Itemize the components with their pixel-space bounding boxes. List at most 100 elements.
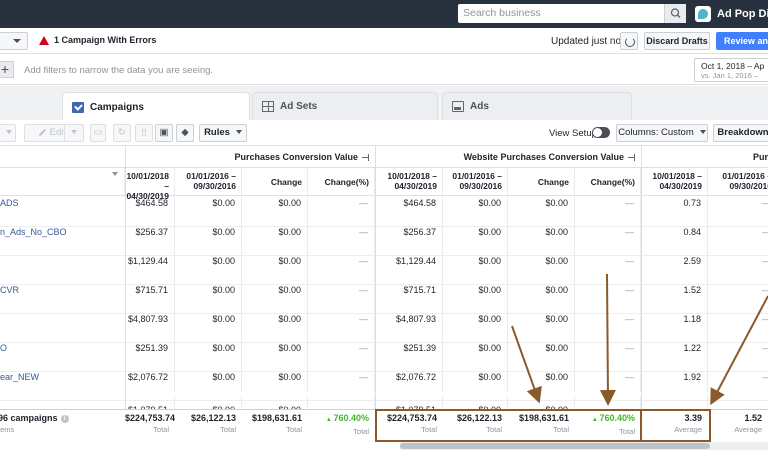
table-cell: — bbox=[708, 305, 768, 334]
group-header-purchases-conversion-value: Purchases Conversion Value bbox=[125, 146, 375, 168]
total-sublabel: Average bbox=[674, 425, 702, 434]
table-cell: $464.58 bbox=[375, 189, 443, 218]
table-cell: $0.00 bbox=[175, 363, 242, 392]
table-cell: $0.00 bbox=[443, 334, 508, 363]
column-header-label: Change bbox=[270, 177, 302, 187]
total-value: 3.39 bbox=[684, 413, 702, 423]
total-value: $26,122.13 bbox=[190, 413, 236, 423]
group-header-next: Pur bbox=[641, 146, 768, 168]
total-wpcv-b: $26,122.13 Total bbox=[443, 412, 508, 440]
table-cell: $4,807.93 bbox=[375, 305, 443, 334]
filter-placeholder[interactable]: Add filters to narrow the data you are s… bbox=[24, 65, 213, 76]
clipboard-icon[interactable]: ▭ bbox=[90, 124, 106, 142]
table-cell: — bbox=[708, 189, 768, 218]
table-cell: $0.00 bbox=[175, 218, 242, 247]
chevron-down-icon bbox=[699, 130, 706, 135]
column-header-label: 01/01/2016 – bbox=[452, 171, 502, 181]
campaign-name-link[interactable]: CVR bbox=[0, 276, 120, 305]
search-business-input[interactable]: Search business bbox=[458, 4, 686, 23]
info-icon[interactable]: i bbox=[60, 414, 69, 423]
account-switcher[interactable]: Ad Pop Digital bbox=[695, 4, 768, 23]
rules-button[interactable]: Rules bbox=[199, 124, 247, 142]
table-cell: $0.00 bbox=[175, 189, 242, 218]
table-cell: $0.00 bbox=[508, 305, 575, 334]
ads-icon bbox=[452, 101, 464, 112]
table-cell: 0.84 bbox=[641, 218, 708, 247]
add-filter-button[interactable]: + bbox=[0, 61, 14, 78]
table-cell: $0.00 bbox=[508, 218, 575, 247]
pin-column-icon[interactable] bbox=[628, 154, 635, 162]
pencil-icon bbox=[38, 128, 46, 136]
date-range-picker[interactable]: Oct 1, 2018 – Ap vs. Jan 1, 2016 – bbox=[694, 58, 768, 82]
column-header-label: 01/01/2016 – bbox=[186, 171, 236, 181]
breakdown-label: Breakdown bbox=[717, 127, 768, 138]
campaign-name-link[interactable]: n_Ads_No_CBO bbox=[0, 218, 120, 247]
column-header-label: 10/01/2018 – bbox=[126, 171, 169, 191]
table-cell: $251.39 bbox=[375, 334, 443, 363]
breakdown-button[interactable]: Breakdown bbox=[713, 124, 768, 142]
scrollbar-thumb[interactable] bbox=[400, 443, 710, 449]
chart-icon[interactable]: ▣ bbox=[155, 124, 173, 142]
campaign-name-link[interactable]: ADS bbox=[0, 189, 120, 218]
table-cell: $1,129.44 bbox=[125, 247, 175, 276]
table-cell: — bbox=[308, 189, 375, 218]
tab-ads[interactable]: Ads bbox=[442, 92, 632, 120]
refresh-icon[interactable] bbox=[620, 32, 638, 50]
discard-drafts-button[interactable]: Discard Drafts bbox=[644, 32, 710, 50]
table-cell: $2,076.72 bbox=[375, 363, 443, 392]
undo-icon[interactable]: ↻ bbox=[113, 124, 131, 142]
table-cell: — bbox=[575, 363, 641, 392]
table-cell: $0.00 bbox=[242, 363, 308, 392]
table-cell: 2.59 bbox=[641, 247, 708, 276]
account-dropdown[interactable] bbox=[0, 32, 28, 50]
tag-icon[interactable]: ◆ bbox=[176, 124, 194, 142]
table-cell: — bbox=[308, 218, 375, 247]
table-cell: $0.00 bbox=[242, 276, 308, 305]
total-roas-a: 3.39 Average bbox=[641, 412, 708, 440]
warning-icon bbox=[39, 35, 49, 45]
total-sublabel: Total bbox=[220, 425, 236, 434]
campaign-name-link[interactable]: O bbox=[0, 334, 120, 363]
table-cell: — bbox=[708, 334, 768, 363]
sort-icon[interactable] bbox=[112, 172, 118, 176]
table-cell: — bbox=[708, 363, 768, 392]
total-sublabel: Total bbox=[353, 427, 369, 436]
table-cell: $0.00 bbox=[443, 305, 508, 334]
column-header-label: Change bbox=[537, 177, 569, 187]
search-icon[interactable] bbox=[664, 4, 686, 23]
table-cell: $0.00 bbox=[242, 189, 308, 218]
table-cell: $0.00 bbox=[508, 334, 575, 363]
campaign-name-link[interactable] bbox=[0, 305, 120, 334]
total-wpcv-pct: ▲ 760.40% Total bbox=[575, 412, 641, 440]
table-cell: $715.71 bbox=[125, 276, 175, 305]
duplicate-dropdown[interactable] bbox=[0, 124, 16, 142]
campaign-errors-link[interactable]: 1 Campaign With Errors bbox=[39, 35, 156, 45]
table-cell: — bbox=[575, 218, 641, 247]
campaign-name-link[interactable] bbox=[0, 247, 120, 276]
table-cell: — bbox=[708, 276, 768, 305]
trash-icon[interactable]: ▯ bbox=[135, 124, 153, 142]
review-and-publish-button[interactable]: Review and bbox=[716, 32, 768, 50]
horizontal-scrollbar[interactable] bbox=[400, 442, 768, 450]
table-cell: — bbox=[308, 276, 375, 305]
column-header-label: Change(%) bbox=[590, 177, 635, 187]
chevron-down-icon bbox=[235, 130, 242, 135]
total-wpcv-a: $224,753.74 Total bbox=[375, 412, 443, 440]
tab-campaigns[interactable]: Campaigns bbox=[62, 92, 250, 121]
view-setup-toggle[interactable] bbox=[592, 127, 610, 138]
status-bar: 1 Campaign With Errors Updated just now … bbox=[0, 28, 768, 54]
table-cell: $0.00 bbox=[508, 276, 575, 305]
total-value: 1.52 bbox=[744, 413, 762, 423]
tab-ad-sets[interactable]: Ad Sets bbox=[252, 92, 438, 120]
table-cell: $256.37 bbox=[125, 218, 175, 247]
campaign-name-link[interactable]: ear_NEW bbox=[0, 363, 120, 392]
column-divider bbox=[641, 146, 642, 442]
columns-dropdown[interactable]: Columns: Custom bbox=[616, 124, 708, 142]
pin-column-icon[interactable] bbox=[362, 154, 369, 162]
table-toolbar: Edit ▭ ↻ ▯ ▣ ◆ Rules View Setup Columns:… bbox=[0, 120, 768, 146]
table-cell: — bbox=[308, 363, 375, 392]
tab-label: Ad Sets bbox=[280, 101, 318, 112]
table-cell: — bbox=[308, 305, 375, 334]
total-sublabel: Total bbox=[486, 425, 502, 434]
edit-dropdown[interactable] bbox=[64, 124, 84, 142]
